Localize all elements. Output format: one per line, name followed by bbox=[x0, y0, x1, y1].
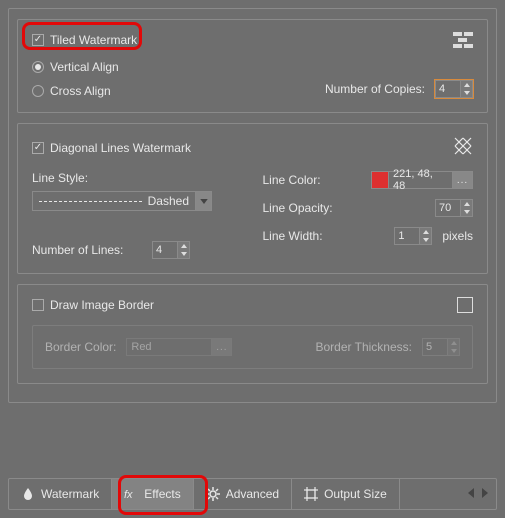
tab-scroll-left[interactable] bbox=[468, 487, 474, 501]
spin-up-icon[interactable] bbox=[178, 242, 189, 250]
tab-label: Advanced bbox=[226, 487, 279, 501]
line-color-label: Line Color: bbox=[263, 173, 321, 187]
tab-effects[interactable]: fx Effects bbox=[112, 479, 193, 509]
copies-input[interactable] bbox=[435, 80, 461, 98]
diagonal-watermark-section: Diagonal Lines Watermark Line Style: Das… bbox=[17, 123, 488, 274]
border-preview-icon bbox=[457, 297, 473, 313]
line-style-dropdown[interactable]: Dashed bbox=[32, 191, 212, 211]
border-checkbox[interactable]: Draw Image Border bbox=[32, 298, 154, 312]
line-width-label: Line Width: bbox=[263, 229, 323, 243]
num-lines-label: Number of Lines: bbox=[32, 243, 142, 257]
checkbox-label: Draw Image Border bbox=[50, 298, 154, 312]
num-lines-spinner[interactable] bbox=[152, 241, 190, 259]
tab-output-size[interactable]: Output Size bbox=[292, 479, 400, 509]
radio-label: Vertical Align bbox=[50, 60, 119, 74]
spin-up-icon[interactable] bbox=[461, 81, 472, 89]
spin-down-icon bbox=[448, 347, 459, 355]
color-picker-button: ... bbox=[212, 338, 232, 356]
line-width-unit: pixels bbox=[442, 229, 473, 243]
fx-icon: fx bbox=[124, 487, 138, 501]
border-section: Draw Image Border Border Color: Red ... … bbox=[17, 284, 488, 384]
line-opacity-label: Line Opacity: bbox=[263, 201, 333, 215]
border-color-field: Red ... bbox=[126, 338, 232, 356]
dash-preview-icon bbox=[39, 201, 142, 202]
checkbox-label: Tiled Watermark bbox=[50, 33, 137, 47]
line-style-label: Line Style: bbox=[32, 171, 243, 185]
cross-align-radio[interactable]: Cross Align bbox=[32, 84, 243, 98]
border-color-label: Border Color: bbox=[45, 340, 116, 354]
tiled-watermark-checkbox[interactable]: Tiled Watermark bbox=[32, 33, 137, 47]
copies-spinner[interactable] bbox=[435, 80, 473, 98]
tab-label: Effects bbox=[144, 487, 180, 501]
radio-icon bbox=[32, 85, 44, 97]
line-color-field[interactable]: 221, 48, 48 ... bbox=[371, 171, 473, 189]
checkbox-icon bbox=[32, 299, 44, 311]
line-opacity-input[interactable] bbox=[435, 199, 461, 217]
tab-scroll-right[interactable] bbox=[482, 487, 488, 501]
line-width-spinner[interactable] bbox=[394, 227, 432, 245]
spin-up-icon[interactable] bbox=[461, 200, 472, 208]
tab-bar: Watermark fx Effects Advanced Output Siz… bbox=[8, 478, 497, 510]
border-color-value: Red bbox=[126, 338, 212, 356]
diagonal-pattern-icon bbox=[453, 136, 473, 159]
tab-label: Output Size bbox=[324, 487, 387, 501]
tab-advanced[interactable]: Advanced bbox=[194, 479, 292, 509]
spin-down-icon[interactable] bbox=[461, 208, 472, 216]
checkbox-label: Diagonal Lines Watermark bbox=[50, 141, 191, 155]
tab-label: Watermark bbox=[41, 487, 99, 501]
checkbox-icon bbox=[32, 142, 44, 154]
effects-panel: Tiled Watermark Vertical Align Cross Ali… bbox=[8, 8, 497, 403]
line-opacity-spinner[interactable] bbox=[435, 199, 473, 217]
copies-label: Number of Copies: bbox=[325, 82, 425, 96]
line-width-input[interactable] bbox=[394, 227, 420, 245]
border-thickness-input bbox=[422, 338, 448, 356]
line-color-value: 221, 48, 48 bbox=[389, 171, 453, 189]
diagonal-watermark-checkbox[interactable]: Diagonal Lines Watermark bbox=[32, 141, 191, 155]
crop-icon bbox=[304, 487, 318, 501]
border-thickness-label: Border Thickness: bbox=[316, 340, 413, 354]
spin-up-icon[interactable] bbox=[420, 228, 431, 236]
radio-label: Cross Align bbox=[50, 84, 111, 98]
color-swatch bbox=[371, 171, 389, 189]
spin-down-icon[interactable] bbox=[461, 89, 472, 97]
num-lines-input[interactable] bbox=[152, 241, 178, 259]
spin-down-icon[interactable] bbox=[420, 236, 431, 244]
tiled-watermark-section: Tiled Watermark Vertical Align Cross Ali… bbox=[17, 19, 488, 113]
droplet-icon bbox=[21, 487, 35, 501]
spin-up-icon bbox=[448, 339, 459, 347]
svg-text:fx: fx bbox=[124, 489, 133, 501]
chevron-down-icon[interactable] bbox=[195, 192, 211, 210]
tiled-pattern-icon bbox=[453, 32, 473, 48]
line-style-value: Dashed bbox=[148, 194, 189, 208]
gear-icon bbox=[206, 487, 220, 501]
checkbox-icon bbox=[32, 34, 44, 46]
border-thickness-spinner bbox=[422, 338, 460, 356]
tab-watermark[interactable]: Watermark bbox=[9, 479, 112, 509]
radio-icon bbox=[32, 61, 44, 73]
vertical-align-radio[interactable]: Vertical Align bbox=[32, 60, 243, 74]
tab-spacer bbox=[400, 479, 460, 509]
color-picker-button[interactable]: ... bbox=[453, 171, 473, 189]
spin-down-icon[interactable] bbox=[178, 250, 189, 258]
